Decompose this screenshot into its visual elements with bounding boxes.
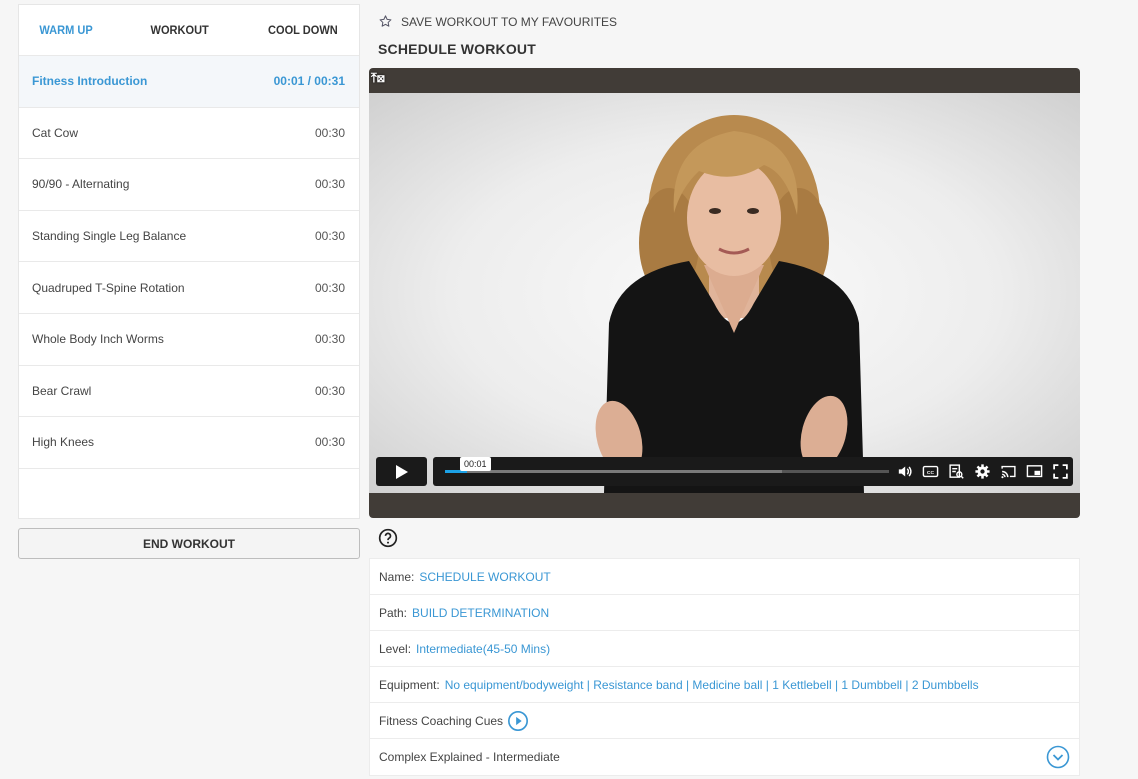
play-circle-icon[interactable] xyxy=(507,710,529,732)
detail-level: Level: Intermediate(45-50 Mins) xyxy=(370,631,1079,667)
phase-tabs: WARM UP WORKOUT COOL DOWN xyxy=(19,5,359,56)
video-player[interactable]: ⤒⊠ 00:01 CC xyxy=(369,68,1080,518)
exercise-name: High Knees xyxy=(32,435,95,450)
page-title: SCHEDULE WORKOUT xyxy=(378,41,536,57)
exercise-time: 00:30 xyxy=(314,229,345,244)
detail-complex-explained[interactable]: Complex Explained - Intermediate xyxy=(370,739,1079,775)
exercise-time: 00:01 / 00:31 xyxy=(273,74,345,89)
exercise-time: 00:30 xyxy=(314,280,345,295)
exercise-name: Cat Cow xyxy=(32,125,79,140)
exercise-time: 00:30 xyxy=(314,435,345,450)
workout-sidebar: WARM UP WORKOUT COOL DOWN Fitness Introd… xyxy=(18,4,360,559)
progress-bar[interactable]: 00:01 xyxy=(445,457,889,473)
svg-text:CC: CC xyxy=(926,469,934,475)
star-icon xyxy=(379,15,392,27)
video-frame[interactable] xyxy=(369,93,1080,493)
video-controls: 00:01 CC xyxy=(376,457,1073,486)
play-icon xyxy=(395,464,408,479)
workout-name-link[interactable]: SCHEDULE WORKOUT xyxy=(419,570,550,584)
help-icon[interactable] xyxy=(378,528,398,548)
exercise-name: 90/90 - Alternating xyxy=(32,177,130,192)
play-button[interactable] xyxy=(376,457,427,486)
captions-icon[interactable]: CC xyxy=(921,462,939,480)
exercise-name: Bear Crawl xyxy=(32,383,92,398)
exercise-row[interactable]: Bear Crawl 00:30 xyxy=(19,366,359,418)
save-favourites-button[interactable]: SAVE WORKOUT TO MY FAVOURITES xyxy=(378,14,617,29)
exercise-row-active[interactable]: Fitness Introduction 00:01 / 00:31 xyxy=(19,56,359,108)
exercise-row[interactable]: Whole Body Inch Worms 00:30 xyxy=(19,314,359,366)
buffered-fill xyxy=(445,470,783,473)
detail-path: Path: BUILD DETERMINATION xyxy=(370,595,1079,631)
control-bar: 00:01 CC xyxy=(433,457,1073,486)
exercise-time: 00:30 xyxy=(314,125,345,140)
path-link[interactable]: BUILD DETERMINATION xyxy=(412,606,549,620)
save-favourites-label: SAVE WORKOUT TO MY FAVOURITES xyxy=(401,14,618,29)
exercise-name: Quadruped T-Spine Rotation xyxy=(32,280,185,295)
detail-label: Equipment: xyxy=(379,677,440,692)
complex-explained-label: Complex Explained - Intermediate xyxy=(379,750,560,764)
detail-label: Path: xyxy=(379,605,408,620)
video-overlay-icons[interactable]: ⤒⊠ xyxy=(371,70,385,86)
exercise-name: Whole Body Inch Worms xyxy=(32,332,164,347)
detail-coaching-cues: Fitness Coaching Cues xyxy=(370,703,1079,739)
exercise-row[interactable]: Cat Cow 00:30 xyxy=(19,108,359,160)
fullscreen-icon[interactable] xyxy=(1051,462,1069,480)
exercise-row[interactable]: High Knees 00:30 xyxy=(19,417,359,469)
tab-workout[interactable]: WORKOUT xyxy=(151,23,209,37)
cast-icon[interactable] xyxy=(999,462,1017,480)
end-workout-button[interactable]: END WORKOUT xyxy=(18,528,360,559)
exercise-row[interactable]: 90/90 - Alternating 00:30 xyxy=(19,159,359,211)
detail-equipment: Equipment: No equipment/bodyweight | Res… xyxy=(370,667,1079,703)
chevron-down-icon[interactable] xyxy=(1046,745,1070,769)
tab-warm-up[interactable]: WARM UP xyxy=(39,23,92,37)
settings-icon[interactable] xyxy=(973,462,991,480)
exercise-name: Fitness Introduction xyxy=(32,74,148,89)
exercise-row[interactable]: Standing Single Leg Balance 00:30 xyxy=(19,211,359,263)
exercise-playlist: WARM UP WORKOUT COOL DOWN Fitness Introd… xyxy=(18,4,360,519)
detail-name: Name: SCHEDULE WORKOUT xyxy=(370,559,1079,595)
pip-icon[interactable] xyxy=(1025,462,1043,480)
coaching-cues-label: Fitness Coaching Cues xyxy=(379,713,504,728)
workout-details: Name: SCHEDULE WORKOUT Path: BUILD DETER… xyxy=(369,558,1080,776)
exercise-row[interactable]: Quadruped T-Spine Rotation 00:30 xyxy=(19,262,359,314)
instructor-image xyxy=(595,115,864,493)
equipment-links[interactable]: No equipment/bodyweight | Resistance ban… xyxy=(445,678,979,692)
exercise-time: 00:30 xyxy=(314,332,345,347)
tab-cool-down[interactable]: COOL DOWN xyxy=(268,23,338,37)
player-icon-group: CC xyxy=(895,462,1069,480)
exercise-name: Standing Single Leg Balance xyxy=(32,229,187,244)
time-tooltip: 00:01 xyxy=(460,457,491,471)
exercise-time: 00:30 xyxy=(314,383,345,398)
exercise-time: 00:30 xyxy=(314,177,345,192)
transcript-icon[interactable] xyxy=(947,462,965,480)
detail-label: Name: xyxy=(379,569,415,584)
level-link[interactable]: Intermediate(45-50 Mins) xyxy=(416,642,550,656)
volume-icon[interactable] xyxy=(895,462,913,480)
detail-label: Level: xyxy=(379,641,412,656)
